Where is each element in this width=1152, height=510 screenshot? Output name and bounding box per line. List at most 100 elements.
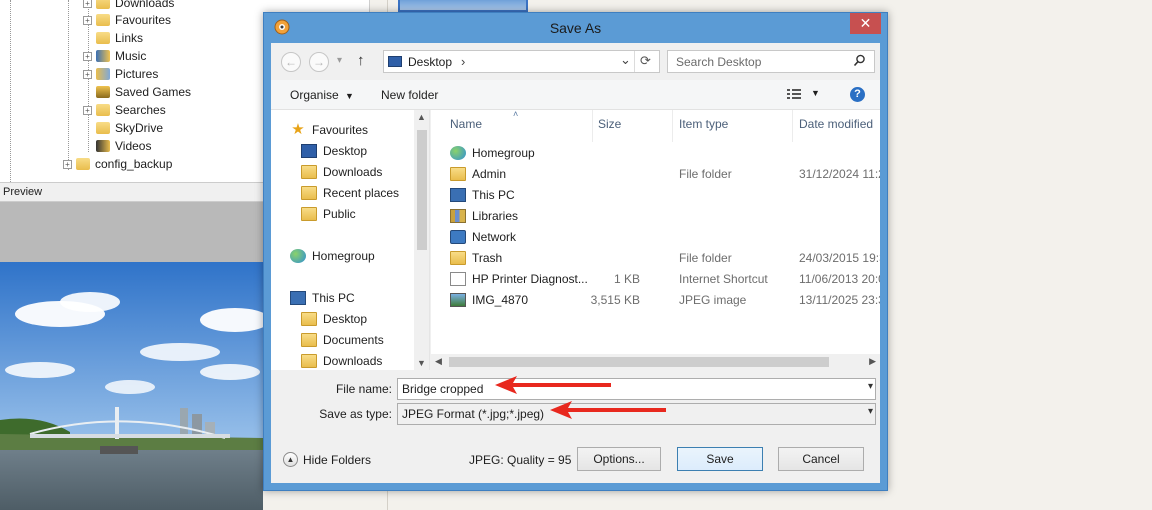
change-view-button[interactable] (787, 88, 803, 103)
nav-item-public[interactable]: Public (301, 204, 356, 224)
file-row[interactable]: Trash File folder 24/03/2015 19:3 (431, 247, 880, 268)
file-row[interactable]: HP Printer Diagnost... 1 KB Internet Sho… (431, 268, 880, 289)
file-row[interactable]: Libraries (431, 205, 880, 226)
videos-folder-icon (96, 140, 110, 152)
nav-item-label: Documents (323, 333, 384, 347)
file-size: 3,515 KB (590, 293, 640, 307)
back-arrow-icon: ← (285, 55, 297, 69)
nav-item-desktop[interactable]: Desktop (301, 141, 367, 161)
pc-icon (450, 188, 466, 202)
chevron-down-icon[interactable]: ▾ (868, 381, 873, 392)
tree-item-config-backup[interactable]: + config_backup (63, 155, 172, 173)
folder-icon (301, 312, 317, 326)
organise-label: Organise (290, 88, 339, 102)
nav-item-documents[interactable]: Documents (301, 330, 384, 350)
forward-button[interactable]: → (309, 52, 329, 72)
tree-item-label: Videos (115, 139, 152, 153)
file-size: 1 KB (613, 272, 640, 286)
search-input[interactable] (674, 52, 844, 71)
scroll-left-icon[interactable]: ◀ (435, 356, 442, 367)
sort-ascending-icon: ˄ (513, 110, 519, 119)
hide-folders-button[interactable]: ▲ Hide Folders (283, 452, 371, 467)
address-dropdown-icon[interactable]: ⌄ (620, 52, 631, 68)
dialog-body: ← → ▾ ↑ Desktop › ⌄ ⟳ Organise (271, 43, 880, 483)
help-button[interactable]: ? (850, 87, 865, 102)
nav-item-recent-places[interactable]: Recent places (301, 183, 399, 203)
nav-item-this-pc[interactable]: This PC (290, 288, 355, 308)
view-dropdown-icon[interactable]: ▼ (811, 88, 820, 98)
nav-item-label: Desktop (323, 144, 368, 158)
tree-item-music[interactable]: + Music (83, 47, 146, 65)
nav-item-downloads[interactable]: Downloads (301, 162, 382, 182)
nav-item-pc-desktop[interactable]: Desktop (301, 309, 367, 329)
tree-item-favourites[interactable]: + Favourites (83, 11, 171, 29)
file-name-value[interactable]: Bridge cropped (402, 382, 483, 396)
file-name-field[interactable]: Bridge cropped ▾ (397, 378, 876, 400)
expand-icon[interactable]: + (83, 0, 92, 8)
expand-icon[interactable]: + (83, 51, 92, 61)
column-header-size[interactable]: Size (598, 117, 621, 131)
up-arrow-icon: ↑ (357, 52, 365, 69)
file-row[interactable]: IMG_4870 3,515 KB JPEG image 13/11/2025 … (431, 289, 880, 310)
nav-item-pc-downloads[interactable]: Downloads (301, 351, 382, 370)
file-row[interactable]: Network (431, 226, 880, 247)
nav-item-label: Recent places (323, 186, 400, 200)
back-button[interactable]: ← (281, 52, 301, 72)
save-as-type-value[interactable]: JPEG Format (*.jpg;*.jpeg) (402, 407, 544, 421)
nav-item-favourites[interactable]: ★ Favourites (290, 120, 368, 140)
file-row[interactable]: Homegroup (431, 142, 880, 163)
address-location[interactable]: Desktop (408, 55, 452, 69)
cancel-button[interactable]: Cancel (778, 447, 864, 471)
horizontal-scrollbar[interactable]: ◀ ▶ (431, 354, 880, 370)
column-header-type[interactable]: Item type (679, 117, 728, 131)
jpeg-quality-text: JPEG: Quality = 95 (469, 453, 572, 467)
nav-item-label: Downloads (323, 165, 383, 179)
new-folder-button[interactable]: New folder (381, 88, 438, 102)
up-button[interactable]: ↑ (357, 52, 365, 69)
file-row[interactable]: This PC (431, 184, 880, 205)
tree-item-links[interactable]: Links (83, 29, 143, 47)
chevron-down-icon[interactable]: ▾ (868, 406, 873, 417)
expand-icon[interactable]: + (63, 159, 72, 169)
tree-item-videos[interactable]: Videos (83, 137, 151, 155)
refresh-icon[interactable]: ⟳ (640, 53, 651, 69)
search-icon[interactable] (853, 54, 866, 70)
expand-icon[interactable]: + (83, 15, 92, 25)
file-name: Trash (472, 251, 503, 265)
address-bar[interactable]: Desktop › ⌄ ⟳ (383, 50, 660, 73)
tree-item-skydrive[interactable]: SkyDrive (83, 119, 163, 137)
scroll-down-icon[interactable]: ▼ (417, 358, 426, 368)
expand-icon[interactable]: + (83, 105, 92, 115)
column-header-name[interactable]: Name (450, 117, 482, 131)
shortcut-icon (450, 272, 466, 286)
search-box[interactable] (667, 50, 875, 73)
tree-guide-line (10, 0, 11, 182)
column-header-date[interactable]: Date modified (799, 117, 873, 131)
close-button[interactable]: ✕ (850, 13, 881, 34)
save-as-type-label: Save as type: (319, 407, 392, 421)
scroll-up-icon[interactable]: ▲ (417, 112, 426, 122)
tree-item-saved-games[interactable]: Saved Games (83, 83, 191, 101)
help-icon: ? (854, 88, 861, 100)
annotation-arrow-icon (550, 401, 666, 419)
scrollbar-thumb[interactable] (449, 357, 829, 367)
scrollbar-thumb[interactable] (417, 130, 427, 250)
nav-pane-scrollbar[interactable]: ▲ ▼ (414, 110, 429, 370)
tree-item-pictures[interactable]: + Pictures (83, 65, 158, 83)
organise-button[interactable]: Organise ▼ (290, 88, 354, 102)
thumbnail-image[interactable] (398, 0, 528, 12)
recent-locations-button[interactable]: ▾ (337, 55, 342, 66)
tree-item-searches[interactable]: + Searches (83, 101, 166, 119)
breadcrumb-chevron-icon[interactable]: › (461, 54, 465, 69)
preview-header: Preview (0, 182, 263, 202)
dialog-titlebar[interactable]: Save As ✕ (264, 13, 887, 43)
searches-folder-icon (96, 104, 110, 116)
save-button[interactable]: Save (677, 447, 763, 471)
skydrive-folder-icon (96, 122, 110, 134)
file-row[interactable]: Admin File folder 31/12/2024 11:2 (431, 163, 880, 184)
hide-folders-label: Hide Folders (303, 452, 372, 467)
expand-icon[interactable]: + (83, 69, 92, 79)
nav-item-homegroup[interactable]: Homegroup (290, 246, 375, 266)
scroll-right-icon[interactable]: ▶ (869, 356, 876, 367)
options-button[interactable]: Options... (577, 447, 661, 471)
